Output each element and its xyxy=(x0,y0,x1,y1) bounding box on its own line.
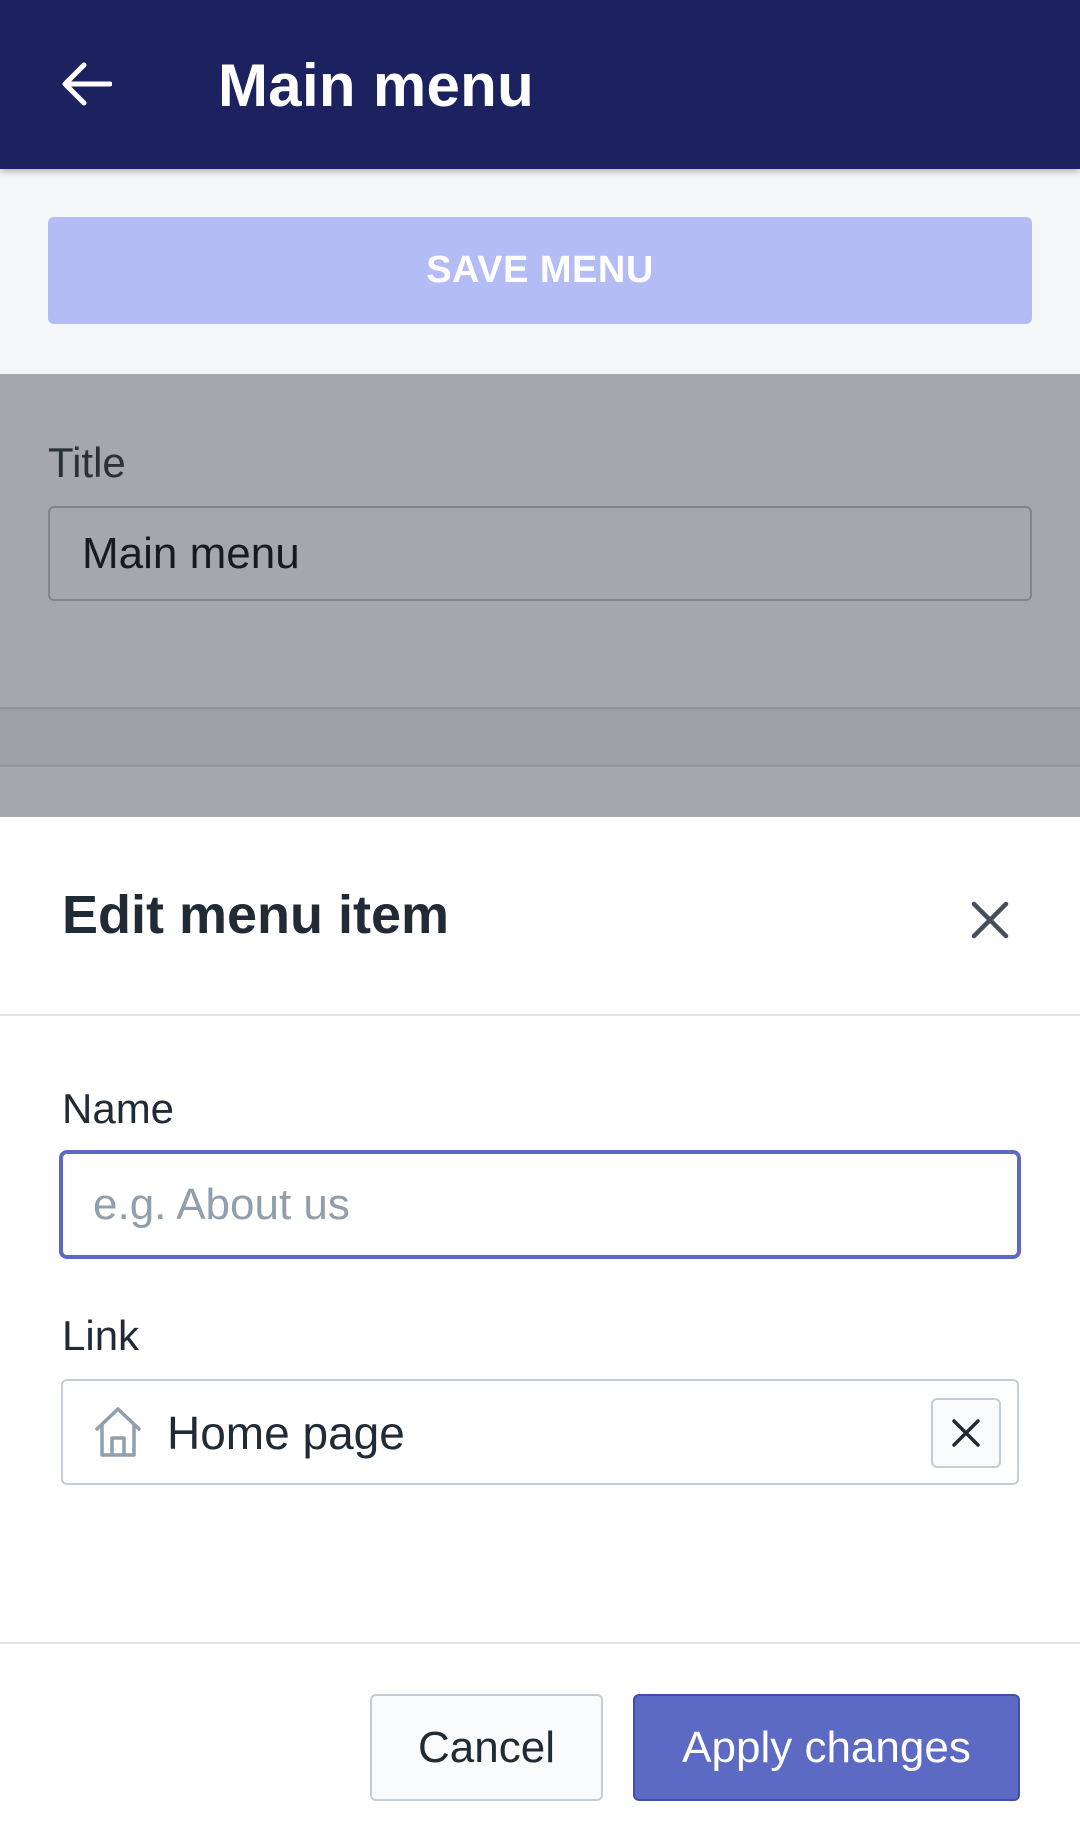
title-input: Main menu xyxy=(48,506,1032,601)
menu-items-card-secondary xyxy=(0,765,1080,817)
menu-items-card xyxy=(0,707,1080,767)
dialog-header: Edit menu item xyxy=(0,817,1080,1016)
home-icon xyxy=(95,1407,141,1457)
title-input-value: Main menu xyxy=(82,528,300,578)
name-label: Name xyxy=(62,1085,175,1132)
clear-link-button[interactable] xyxy=(931,1398,1001,1468)
close-icon xyxy=(952,1419,980,1447)
edit-menu-item-dialog: Edit menu item Name Link Home page Cance… xyxy=(0,817,1080,1848)
dialog-footer: Cancel Apply changes xyxy=(0,1642,1080,1848)
link-value: Home page xyxy=(167,1407,405,1459)
close-dialog-button[interactable] xyxy=(962,892,1018,948)
save-menu-button[interactable]: SAVE MENU xyxy=(48,217,1032,324)
name-input[interactable] xyxy=(59,1150,1021,1259)
menu-form-overlay: Title Main menu xyxy=(0,374,1080,817)
arrow-left-icon xyxy=(62,62,112,106)
link-field[interactable]: Home page xyxy=(61,1379,1019,1485)
apply-changes-button[interactable]: Apply changes xyxy=(633,1694,1020,1801)
page-title: Main menu xyxy=(218,52,535,119)
save-bar: SAVE MENU xyxy=(0,169,1080,374)
close-icon xyxy=(971,901,1009,939)
title-label: Title xyxy=(48,439,126,486)
link-label: Link xyxy=(62,1312,140,1359)
app-bar: Main menu xyxy=(0,0,1080,169)
cancel-button[interactable]: Cancel xyxy=(370,1694,603,1801)
dialog-title: Edit menu item xyxy=(62,885,450,945)
back-button[interactable] xyxy=(56,54,116,114)
